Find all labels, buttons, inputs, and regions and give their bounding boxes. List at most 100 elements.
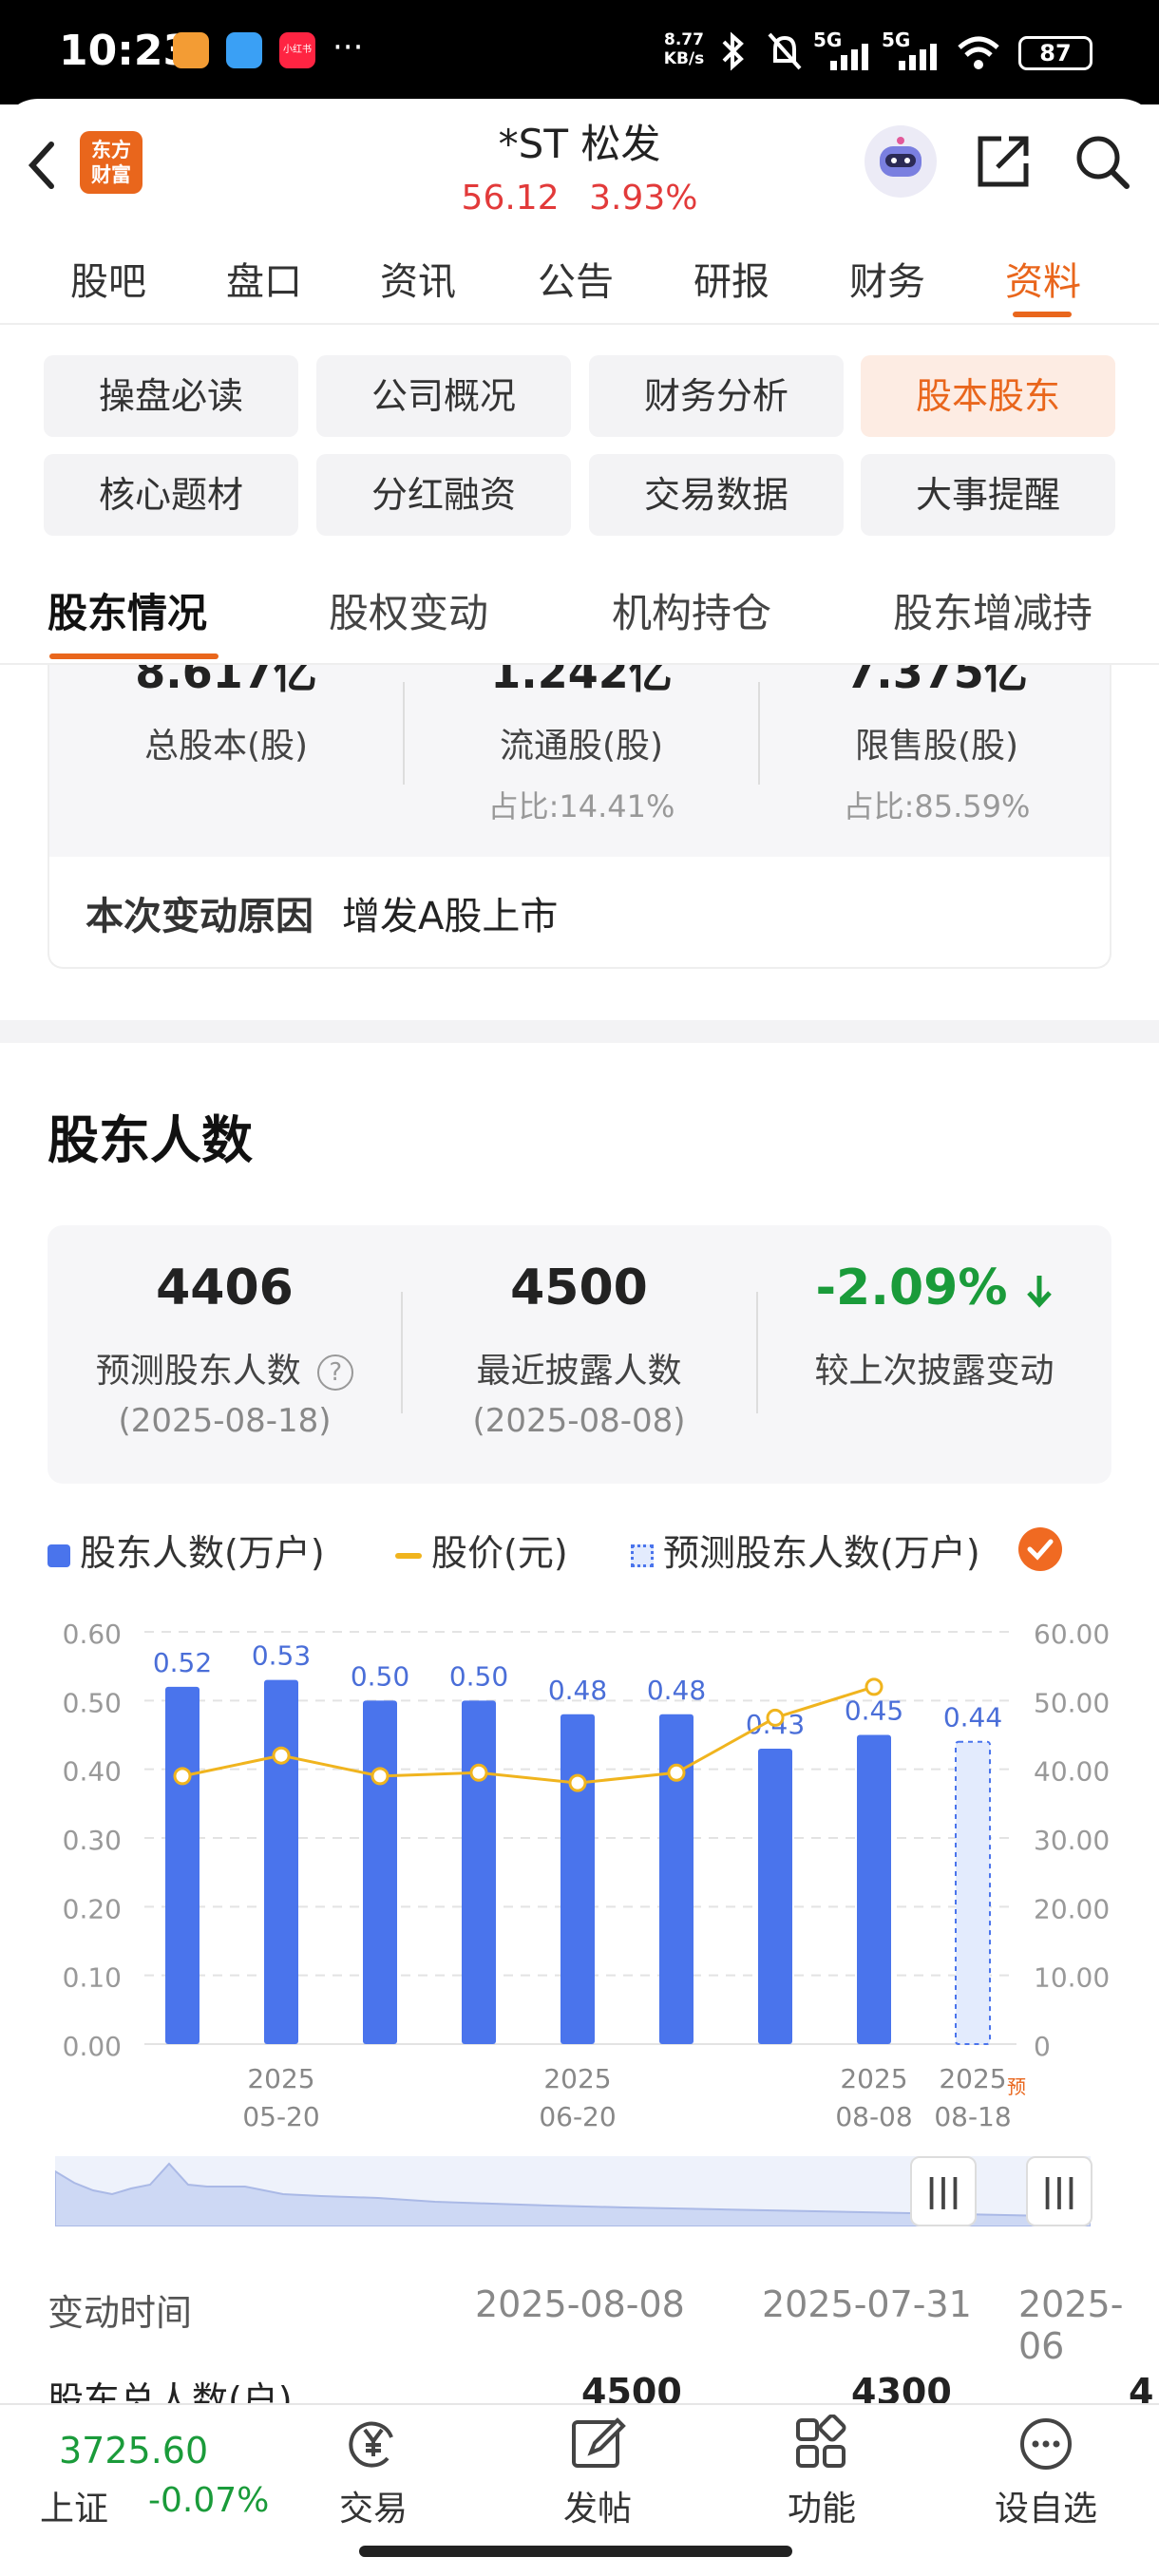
help-icon[interactable]: ? bbox=[317, 1354, 354, 1391]
search-icon[interactable] bbox=[1072, 131, 1132, 196]
index-value[interactable]: 3725.60 bbox=[59, 2430, 208, 2472]
price-point bbox=[667, 1763, 686, 1782]
legend-bar[interactable]: 股东人数(万户) bbox=[48, 1524, 325, 1576]
tab-news[interactable]: 资讯 bbox=[380, 251, 456, 306]
chip-financial-analysis[interactable]: 财务分析 bbox=[589, 355, 844, 437]
index-name[interactable]: 上证 bbox=[40, 2481, 108, 2530]
price-point bbox=[568, 1773, 587, 1792]
y-left-tick: 0.60 bbox=[63, 1619, 122, 1650]
stock-price: 56.12 bbox=[461, 179, 560, 218]
legend-line[interactable]: 股价(元) bbox=[395, 1524, 568, 1576]
bar-value-label: 0.48 bbox=[548, 1675, 607, 1706]
latest-holders: 4500 最近披露人数 (2025-08-08) bbox=[402, 1225, 756, 1484]
tab-announcement[interactable]: 公告 bbox=[538, 251, 614, 306]
chip-core-themes[interactable]: 核心题材 bbox=[44, 454, 298, 536]
nav-post[interactable]: 发帖 bbox=[526, 2415, 669, 2530]
bar bbox=[758, 1748, 792, 2044]
xiaohongshu-icon: 小红书 bbox=[279, 32, 315, 68]
slider-left-handle[interactable]: ||| bbox=[910, 2156, 977, 2226]
subtab-equity-change[interactable]: 股权变动 bbox=[329, 581, 488, 639]
subtab-institution-holdings[interactable]: 机构持仓 bbox=[612, 581, 771, 639]
tab-research[interactable]: 研报 bbox=[694, 251, 770, 306]
more-icon bbox=[1020, 2418, 1072, 2470]
restricted-shares-value: 7.375亿 bbox=[846, 665, 1028, 698]
forecast-legend-swatch bbox=[631, 1544, 654, 1567]
tab-profile[interactable]: 资料 bbox=[1005, 251, 1081, 306]
subtab-shareholders[interactable]: 股东情况 bbox=[48, 581, 207, 639]
chip-trading-guide[interactable]: 操盘必读 bbox=[44, 355, 298, 437]
y-left-tick: 0.30 bbox=[63, 1825, 122, 1856]
y-right-tick: 40.00 bbox=[1034, 1756, 1110, 1788]
chip-capital-shareholders[interactable]: 股本股东 bbox=[861, 355, 1115, 437]
tab-pankou[interactable]: 盘口 bbox=[226, 251, 302, 306]
chip-company-overview[interactable]: 公司概况 bbox=[316, 355, 571, 437]
x-tick-date: 06-20 bbox=[539, 2101, 616, 2132]
bar-value-label: 0.45 bbox=[845, 1695, 903, 1727]
restricted-shares-label: 限售股(股) bbox=[854, 727, 1019, 766]
mute-icon bbox=[766, 30, 804, 76]
bar bbox=[560, 1714, 595, 2044]
chip-trading-data[interactable]: 交易数据 bbox=[589, 454, 844, 536]
nav-trade[interactable]: 交易 bbox=[302, 2415, 445, 2530]
x-tick-date: 05-20 bbox=[242, 2101, 319, 2132]
y-left-tick: 0.10 bbox=[63, 1962, 122, 1994]
x-tick-year: 2025 bbox=[840, 2063, 907, 2094]
latest-holders-date: (2025-08-08) bbox=[472, 1402, 686, 1440]
price-point bbox=[272, 1746, 291, 1765]
x-tick-year: 2025 bbox=[939, 2063, 1006, 2094]
nav-add-watchlist[interactable]: 设自选 bbox=[975, 2415, 1117, 2530]
restricted-shares-ratio: 占比:85.59% bbox=[843, 788, 1031, 824]
y-left-tick: 0.50 bbox=[63, 1687, 122, 1718]
sub-tab-bar: 股东情况 股权变动 机构持仓 股东增减持 bbox=[0, 570, 1159, 665]
latest-holders-value: 4500 bbox=[510, 1260, 648, 1316]
grid-icon bbox=[796, 2415, 846, 2468]
tab-guba[interactable]: 股吧 bbox=[70, 251, 146, 306]
trade-icon bbox=[349, 2421, 393, 2468]
edit-icon bbox=[572, 2417, 626, 2468]
legend-forecast[interactable]: 预测股东人数(万户) bbox=[631, 1524, 980, 1576]
home-indicator bbox=[359, 2546, 792, 2557]
forecast-bar bbox=[955, 1740, 991, 2045]
bar-legend-swatch bbox=[48, 1544, 70, 1567]
check-icon[interactable] bbox=[1018, 1527, 1062, 1571]
float-shares-ratio: 占比:14.41% bbox=[487, 788, 675, 824]
line-legend-swatch bbox=[395, 1552, 422, 1559]
price-point bbox=[864, 1677, 884, 1696]
app-notification-icon bbox=[173, 32, 209, 68]
slider-right-handle[interactable]: ||| bbox=[1026, 2156, 1092, 2226]
y-right-tick: 0 bbox=[1034, 2031, 1051, 2062]
forecast-tag: 预 bbox=[1007, 2075, 1026, 2098]
stock-header: 东方 财富 *ST 松发 56.12 3.93% bbox=[0, 99, 1159, 228]
bar-value-label: 0.44 bbox=[943, 1702, 1002, 1733]
y-right-tick: 20.00 bbox=[1034, 1893, 1110, 1924]
change-reason-value: 增发A股上市 bbox=[342, 895, 559, 938]
share-capital-grid: 8.617亿 总股本(股) 1.242亿 流通股(股) 占比:14.41% 7.… bbox=[49, 665, 1110, 857]
index-change[interactable]: -0.07% bbox=[148, 2481, 269, 2520]
price-point bbox=[469, 1763, 488, 1782]
holders-change-label: 较上次披露变动 bbox=[814, 1352, 1054, 1391]
nav-functions[interactable]: 功能 bbox=[750, 2415, 893, 2530]
share-capital-card: 8.617亿 总股本(股) 1.242亿 流通股(股) 占比:14.41% 7.… bbox=[48, 665, 1112, 969]
y-left-tick: 0.20 bbox=[63, 1893, 122, 1924]
bar-value-label: 0.52 bbox=[153, 1647, 212, 1678]
subtab-holder-changes[interactable]: 股东增减持 bbox=[893, 581, 1092, 639]
price-point bbox=[370, 1767, 390, 1786]
forecast-holders-date: (2025-08-18) bbox=[118, 1402, 332, 1440]
float-shares: 1.242亿 流通股(股) 占比:14.41% bbox=[405, 665, 758, 857]
y-right-tick: 60.00 bbox=[1034, 1619, 1110, 1650]
tab-finance[interactable]: 财务 bbox=[849, 251, 925, 306]
price-point bbox=[766, 1708, 785, 1727]
chip-dividend-financing[interactable]: 分红融资 bbox=[316, 454, 571, 536]
table-header-label: 变动时间 bbox=[48, 2292, 193, 2334]
chip-events[interactable]: 大事提醒 bbox=[861, 454, 1115, 536]
bar bbox=[264, 1679, 298, 2044]
total-shares-label: 总股本(股) bbox=[143, 727, 309, 766]
y-left-tick: 0.40 bbox=[63, 1756, 122, 1788]
y-right-tick: 30.00 bbox=[1034, 1825, 1110, 1856]
share-icon[interactable] bbox=[973, 131, 1034, 196]
table-date: 2025-07-31 bbox=[762, 2283, 972, 2325]
chart-range-slider[interactable]: ||| ||| bbox=[54, 2156, 1092, 2227]
robot-assistant-icon[interactable] bbox=[864, 125, 937, 198]
change-reason-label: 本次变动原因 bbox=[86, 895, 314, 938]
latest-holders-label: 最近披露人数 bbox=[476, 1352, 682, 1391]
